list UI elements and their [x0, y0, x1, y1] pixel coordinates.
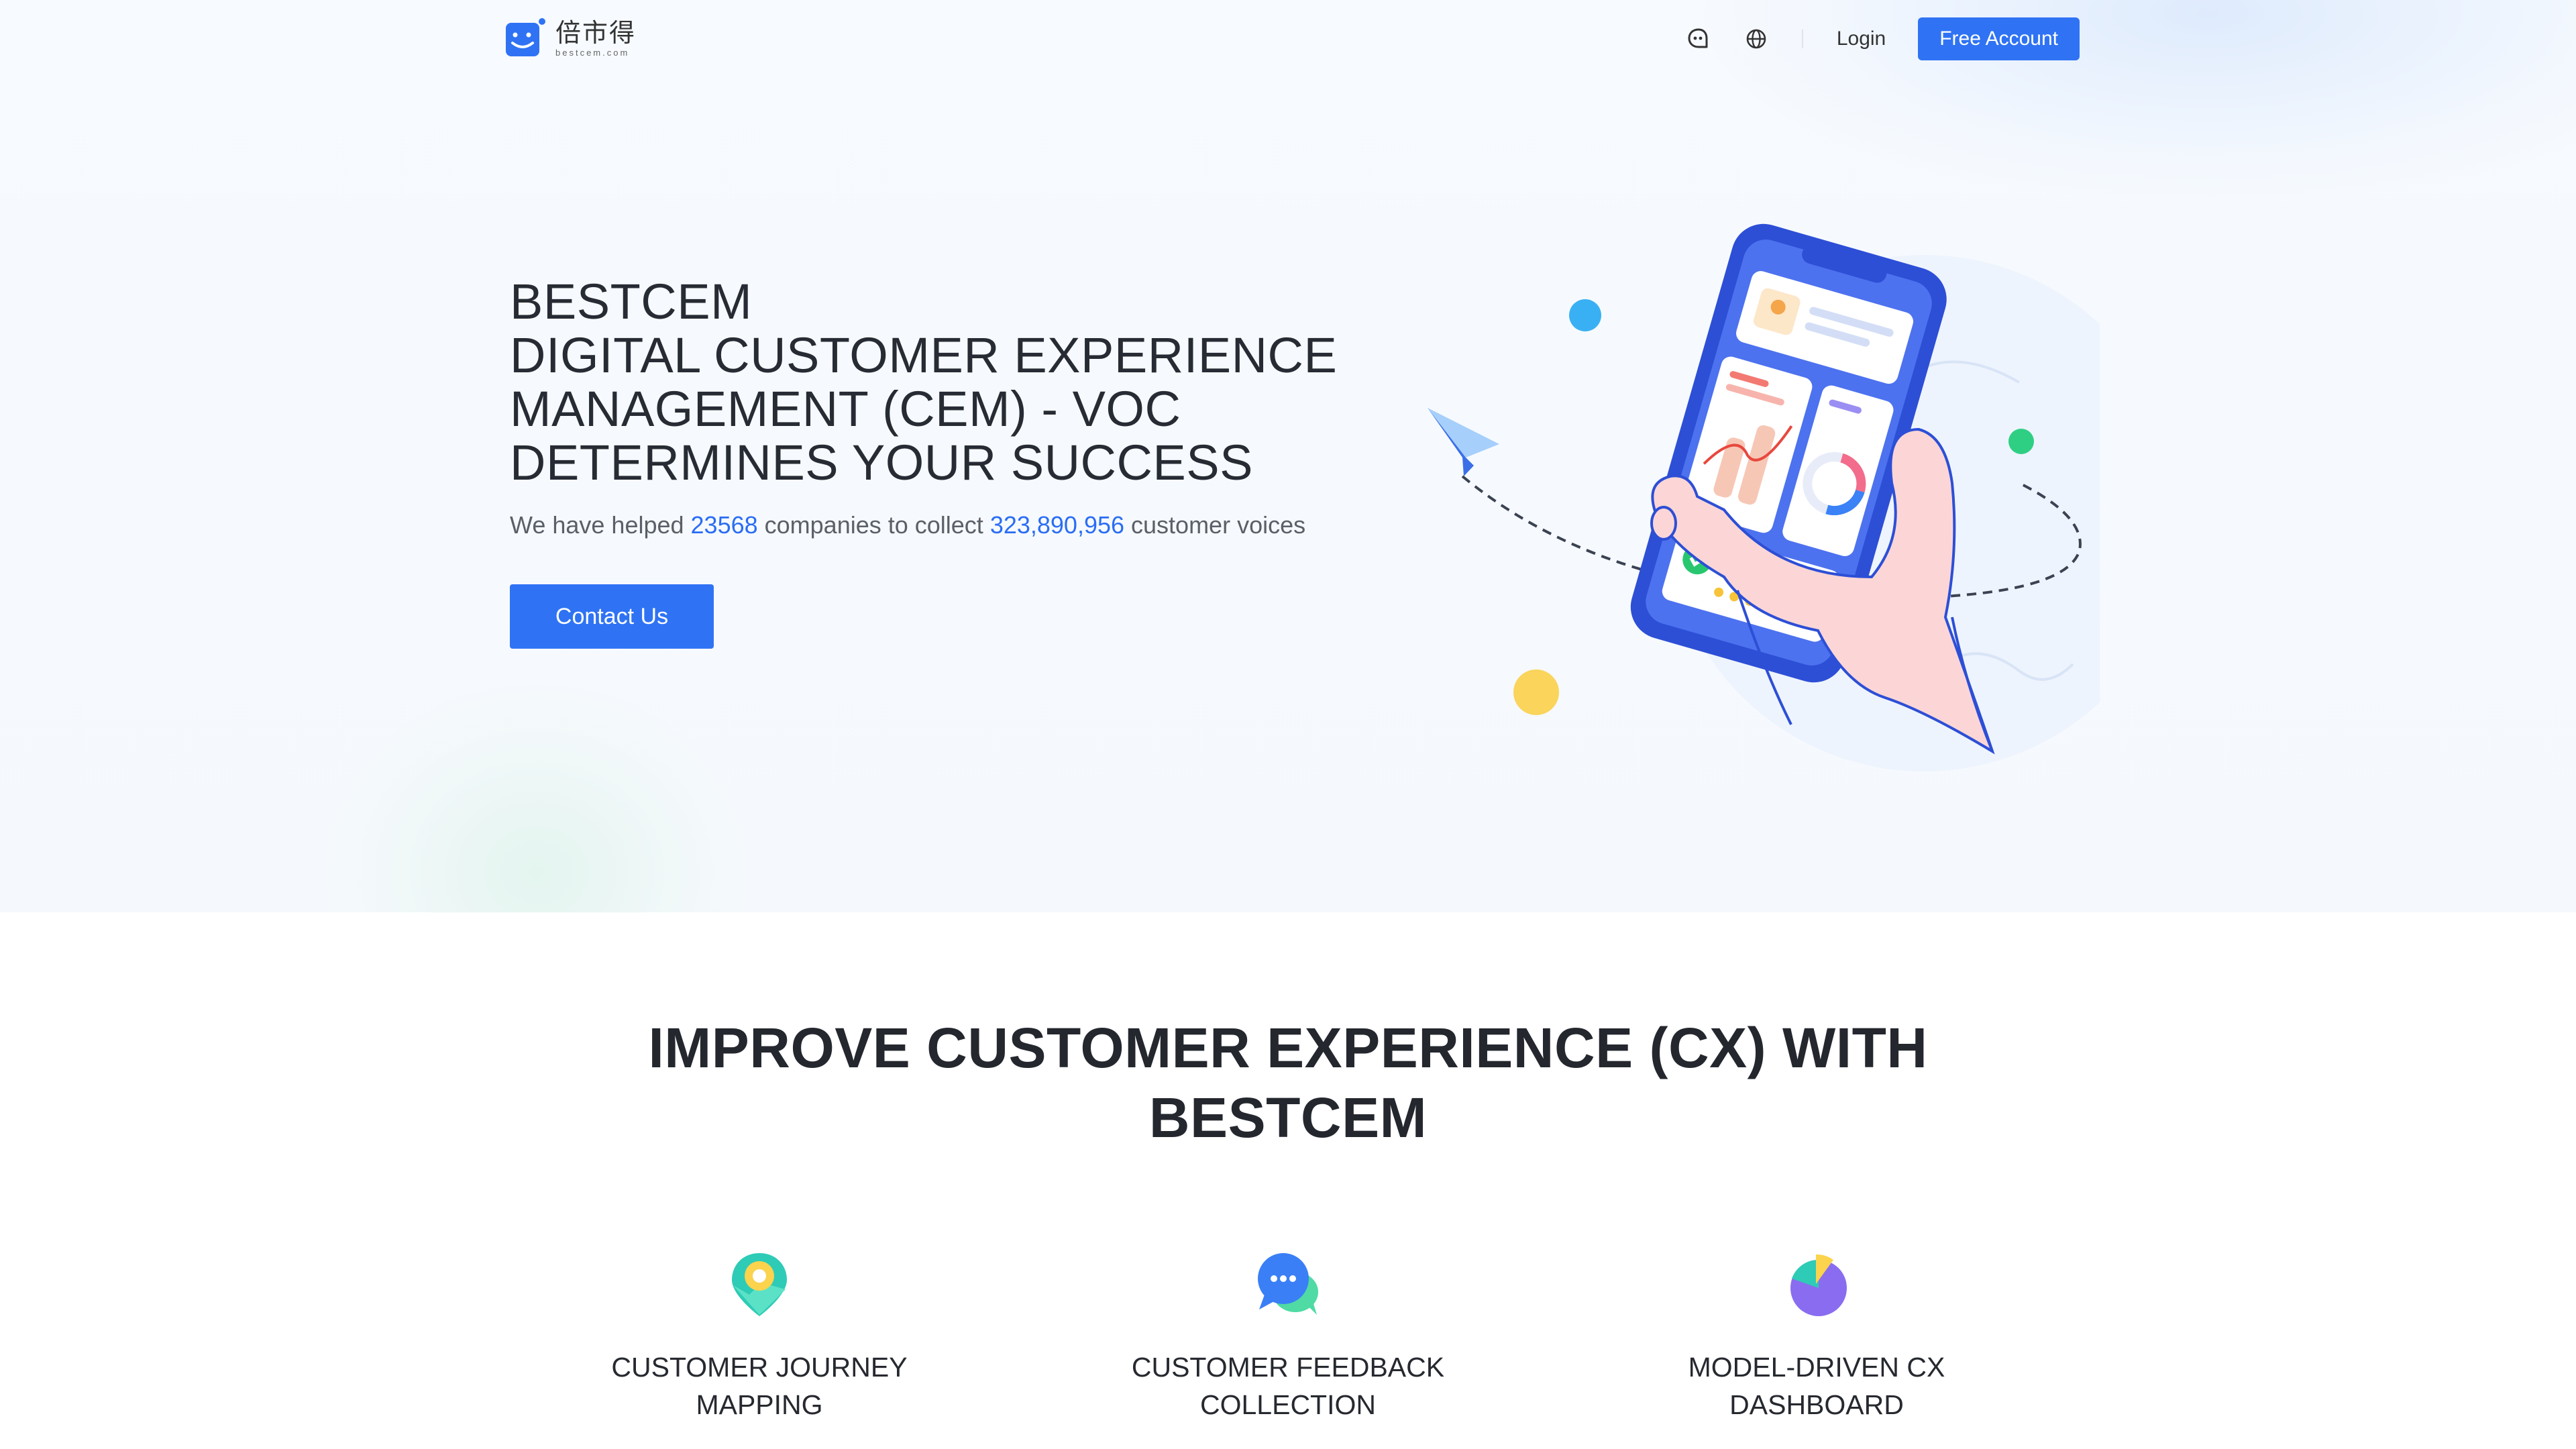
site-logo[interactable]: 倍市得 bestcem.com [504, 17, 636, 59]
globe-icon[interactable] [1741, 24, 1771, 54]
hero-title-line: BESTCEM [510, 274, 753, 329]
voices-count: 323,890,956 [989, 511, 1125, 539]
free-account-button[interactable]: Free Account [1918, 17, 2080, 60]
logo-domain-text: bestcem.com [555, 48, 630, 58]
hero-title-line: DETERMINES YOUR SUCCESS [510, 435, 1253, 490]
feature-feedback-collection[interactable]: CUSTOMER FEEDBACK COLLECTION [1087, 1248, 1489, 1424]
login-link[interactable]: Login [1837, 28, 1886, 50]
hero-subtitle: We have helped 23568 companies to collec… [510, 511, 1305, 539]
companies-count: 23568 [690, 511, 758, 539]
logo-smile-icon [504, 17, 546, 59]
hero-title-line: DIGITAL CUSTOMER EXPERIENCE [510, 327, 1338, 383]
section-title-line: IMPROVE CUSTOMER EXPERIENCE (CX) WITH [648, 1016, 1928, 1079]
subtitle-suffix: customer voices [1124, 511, 1306, 539]
hero-title: BESTCEM DIGITAL CUSTOMER EXPERIENCE MANA… [510, 275, 1382, 490]
hero-title-line: MANAGEMENT (CEM) - VOC [510, 381, 1181, 437]
logo-chinese-text: 倍市得 [555, 18, 637, 48]
journey-map-pin-icon [722, 1248, 796, 1322]
hero-section: 倍市得 bestcem.com Login Free Account BESTC… [0, 0, 2576, 912]
section-title: IMPROVE CUSTOMER EXPERIENCE (CX) WITH BE… [0, 1013, 2576, 1152]
hero-glow-bottom-left [322, 684, 751, 912]
feature-label-line: CUSTOMER FEEDBACK [1131, 1352, 1445, 1383]
contact-us-button[interactable]: Contact Us [510, 584, 714, 649]
subtitle-prefix: We have helped [510, 511, 691, 539]
feature-label-line: CUSTOMER JOURNEY [611, 1352, 908, 1383]
feedback-chat-icon [1251, 1248, 1325, 1322]
pie-dashboard-icon [1780, 1248, 1854, 1322]
hero-phone-illustration [1375, 201, 2182, 805]
feature-label-line: MAPPING [696, 1389, 823, 1420]
top-nav: Login Free Account [1656, 17, 2080, 60]
paper-plane-icon [1428, 408, 1499, 476]
feature-journey-mapping[interactable]: CUSTOMER JOURNEY MAPPING [558, 1248, 961, 1424]
feature-label-line: DASHBOARD [1729, 1389, 1904, 1420]
subtitle-middle: companies to collect [757, 511, 990, 539]
section-title-line: BESTCEM [1148, 1086, 1428, 1149]
support-chat-icon[interactable] [1684, 24, 1713, 54]
nav-divider [1801, 30, 1803, 48]
feature-label-line: MODEL-DRIVEN CX [1688, 1352, 1945, 1383]
feature-cx-dashboard[interactable]: MODEL-DRIVEN CX DASHBOARD [1615, 1248, 2018, 1424]
feature-label-line: COLLECTION [1200, 1389, 1376, 1420]
